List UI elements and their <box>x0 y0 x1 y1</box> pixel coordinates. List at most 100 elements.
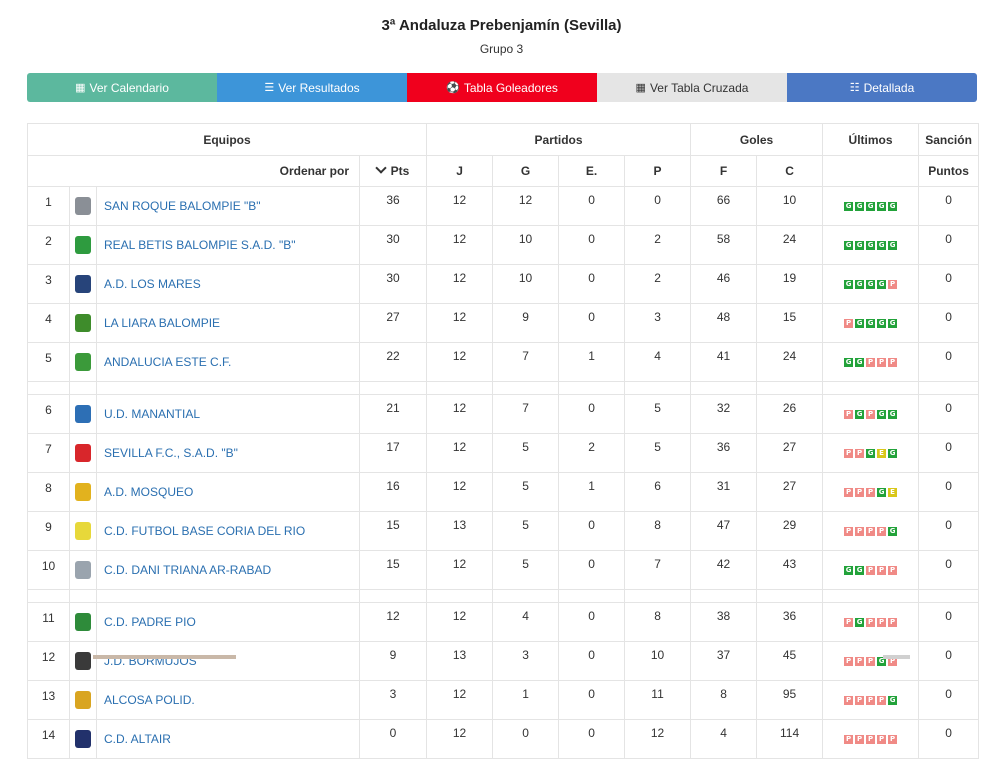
c-cell: 24 <box>756 225 824 265</box>
form-badge: G <box>855 280 865 290</box>
e-header[interactable]: E. <box>558 155 626 187</box>
team-link[interactable]: C.D. PADRE PIO <box>104 615 196 629</box>
form-badge: P <box>866 410 876 420</box>
form-badge: G <box>855 410 865 420</box>
p-cell: 8 <box>624 602 692 642</box>
f-cell: 36 <box>690 433 758 473</box>
form-cell: GGPPP <box>822 342 920 382</box>
separator-cell <box>756 381 824 395</box>
e-cell: 0 <box>558 225 626 265</box>
c-cell: 10 <box>756 186 824 226</box>
team-link[interactable]: A.D. LOS MARES <box>104 277 201 291</box>
detailed-button-label: Detallada <box>863 80 915 95</box>
separator-cell <box>426 589 494 603</box>
pts-cell: 3 <box>358 680 428 720</box>
form-badges: PGPGG <box>844 410 898 420</box>
g-cell: 0 <box>492 719 560 759</box>
team-link[interactable]: A.D. MOSQUEO <box>104 485 193 499</box>
pts-sort-header[interactable]: Pts <box>358 155 428 187</box>
team-link[interactable]: ANDALUCIA ESTE C.F. <box>104 355 231 369</box>
form-badge: P <box>855 527 865 537</box>
f-cell: 31 <box>690 472 758 512</box>
form-badge: P <box>844 410 854 420</box>
team-link[interactable]: U.D. MANANTIAL <box>104 407 200 421</box>
team-cell: A.D. LOS MARES <box>96 264 360 304</box>
group-subtitle: Grupo 3 <box>479 42 524 56</box>
pts-cell: 30 <box>358 225 428 265</box>
pts-header-label: Pts <box>390 164 410 178</box>
separator-cell <box>96 381 360 395</box>
team-link[interactable]: SEVILLA F.C., S.A.D. "B" <box>104 446 238 460</box>
team-link[interactable]: C.D. ALTAIR <box>104 732 171 746</box>
form-badge: P <box>866 488 876 498</box>
sanction-cell: 0 <box>918 394 980 434</box>
scorers-button[interactable]: ⚽ Tabla Goleadores <box>407 73 597 102</box>
e-cell: 0 <box>558 264 626 304</box>
form-badge: G <box>866 449 876 459</box>
detail-list-icon: ☷ <box>849 82 860 94</box>
form-badge: G <box>888 319 898 329</box>
form-badge: P <box>855 488 865 498</box>
f-cell: 66 <box>690 186 758 226</box>
form-badge: P <box>844 449 854 459</box>
separator-cell <box>558 381 626 395</box>
p-cell: 10 <box>624 641 692 681</box>
crest-cell <box>69 602 97 642</box>
j-cell: 12 <box>426 719 494 759</box>
form-badge: G <box>866 241 876 251</box>
separator-cell <box>624 381 692 395</box>
team-link[interactable]: C.D. FUTBOL BASE CORIA DEL RIO <box>104 524 305 538</box>
calendar-button[interactable]: ▦ Ver Calendario <box>27 73 217 102</box>
last-header <box>822 155 920 187</box>
form-badge: P <box>877 566 887 576</box>
results-button[interactable]: ☰ Ver Resultados <box>217 73 407 102</box>
form-badges: PPPGE <box>844 488 898 498</box>
crest-cell <box>69 303 97 343</box>
form-badges: GGGGG <box>844 241 898 251</box>
j-cell: 13 <box>426 511 494 551</box>
table-separator <box>27 381 980 395</box>
e-cell: 0 <box>558 186 626 226</box>
team-link[interactable]: LA LIARA BALOMPIE <box>104 316 220 330</box>
crest-cell <box>69 186 97 226</box>
calendar-button-label: Ver Calendario <box>89 80 169 95</box>
g-header[interactable]: G <box>492 155 560 187</box>
p-cell: 0 <box>624 186 692 226</box>
c-header[interactable]: C <box>756 155 824 187</box>
separator-cell <box>918 589 980 603</box>
separator-cell <box>690 589 758 603</box>
f-cell: 58 <box>690 225 758 265</box>
form-badges: PPPPG <box>844 696 898 706</box>
team-link[interactable]: SAN ROQUE BALOMPIE "B" <box>104 199 261 213</box>
form-badge: G <box>844 241 854 251</box>
form-badge: P <box>844 488 854 498</box>
team-link[interactable]: REAL BETIS BALOMPIE S.A.D. "B" <box>104 238 295 252</box>
j-header[interactable]: J <box>426 155 494 187</box>
form-badges: PPPPG <box>844 527 898 537</box>
form-badge: G <box>877 488 887 498</box>
p-cell: 8 <box>624 511 692 551</box>
separator-cell <box>426 381 494 395</box>
f-header[interactable]: F <box>690 155 758 187</box>
team-cell: J.D. BORMUJOS <box>96 641 360 681</box>
team-link[interactable]: ALCOSA POLID. <box>104 693 195 707</box>
p-header[interactable]: P <box>624 155 692 187</box>
separator-cell <box>624 589 692 603</box>
cross-table-button[interactable]: ▦ Ver Tabla Cruzada <box>597 73 787 102</box>
table-row: 14 C.D. ALTAIR 0 12 0 0 12 4 114 P P P P P 0 <box>27 719 980 759</box>
soccer-ball-icon: ⚽ <box>446 82 460 94</box>
position-cell: 4 <box>27 303 70 343</box>
form-cell: PPPPG <box>822 511 920 551</box>
crest-cell <box>69 394 97 434</box>
e-cell: 0 <box>558 303 626 343</box>
form-badge: P <box>877 696 887 706</box>
table-row: 10 C.D. DANI TRIANA AR-RABAD 15 12 5 0 7 42 43 G G… <box>27 550 980 590</box>
crest-cell <box>69 472 97 512</box>
form-badges: GGPPP <box>844 566 898 576</box>
separator-cell <box>492 381 560 395</box>
form-cell: PPGEG <box>822 433 920 473</box>
separator-cell <box>756 589 824 603</box>
team-link[interactable]: C.D. DANI TRIANA AR-RABAD <box>104 563 271 577</box>
detailed-button[interactable]: ☷ Detallada <box>787 73 977 102</box>
form-badge: G <box>877 241 887 251</box>
